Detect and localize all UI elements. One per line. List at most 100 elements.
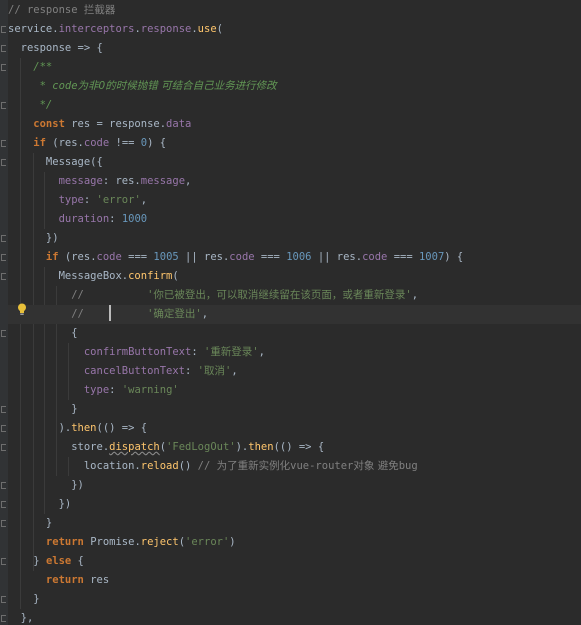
- fold-marker-icon[interactable]: [1, 273, 6, 280]
- fold-marker-icon[interactable]: [1, 26, 6, 33]
- code-line[interactable]: }): [8, 495, 72, 514]
- code-token: const: [8, 118, 72, 130]
- code-line[interactable]: {: [8, 324, 78, 343]
- code-line[interactable]: },: [8, 609, 34, 625]
- code-line[interactable]: message: res.message,: [8, 172, 192, 191]
- code-token: 'FedLogOut': [166, 441, 236, 453]
- fold-marker-icon[interactable]: [1, 235, 6, 242]
- code-token: (): [178, 460, 198, 472]
- text-caret: [109, 305, 111, 321]
- code-token: // response: [8, 4, 84, 16]
- code-token: ) {: [147, 137, 167, 149]
- fold-marker-icon[interactable]: [1, 330, 6, 337]
- code-token: bug: [398, 460, 418, 472]
- code-line[interactable]: // '确定登出',: [8, 305, 581, 324]
- code-line[interactable]: type: 'warning': [8, 381, 179, 400]
- code-line[interactable]: confirmButtonText: '重新登录',: [8, 343, 265, 362]
- fold-marker-icon[interactable]: [1, 615, 6, 622]
- code-token: ).: [8, 422, 72, 434]
- fold-marker-icon[interactable]: [1, 482, 6, 489]
- fold-marker-icon[interactable]: [1, 159, 6, 166]
- lightbulb-icon[interactable]: [17, 303, 27, 316]
- code-line[interactable]: * code为非0的时候抛错 可结合自己业务进行修改: [8, 77, 277, 96]
- code-line[interactable]: location.reload() // 为了重新实例化vue-router对象…: [8, 457, 418, 476]
- code-token: use: [197, 23, 217, 35]
- code-line[interactable]: }: [8, 400, 77, 419]
- code-line[interactable]: } else {: [8, 552, 84, 571]
- fold-marker-icon[interactable]: [1, 45, 6, 52]
- code-token: }): [8, 479, 84, 491]
- code-token: reject: [140, 536, 179, 548]
- code-editor[interactable]: // response 拦截器 service.interceptors.resp…: [0, 0, 581, 625]
- code-token: * code: [8, 80, 78, 92]
- code-token: return: [8, 536, 91, 548]
- fold-marker-icon[interactable]: [1, 140, 6, 147]
- code-token: then: [71, 422, 97, 434]
- code-token: reload: [140, 460, 179, 472]
- code-token: /**: [8, 61, 53, 73]
- fold-marker-icon[interactable]: [1, 406, 6, 413]
- code-token: ,: [258, 346, 265, 358]
- fold-marker-icon[interactable]: [1, 102, 6, 109]
- fold-marker-icon[interactable]: [1, 520, 6, 527]
- code-line[interactable]: store.dispatch('FedLogOut').then(() => {: [8, 438, 324, 457]
- fold-marker-icon[interactable]: [1, 596, 6, 603]
- code-line[interactable]: if (res.code !== 0) {: [8, 134, 166, 153]
- code-line[interactable]: }): [8, 229, 59, 248]
- code-token: if: [8, 137, 53, 149]
- code-line[interactable]: }): [8, 476, 84, 495]
- code-line[interactable]: response => {: [8, 39, 103, 58]
- code-line[interactable]: return Promise.reject('error'): [8, 533, 236, 552]
- code-token: 为非0的时候抛错 可结合自己业务进行修改: [77, 80, 277, 92]
- code-token: {: [8, 327, 78, 339]
- code-line[interactable]: Message({: [8, 153, 103, 172]
- code-token: return: [8, 574, 91, 586]
- code-line[interactable]: return res: [8, 571, 109, 590]
- code-line[interactable]: cancelButtonText: '取消',: [8, 362, 238, 381]
- code-token: 取消: [204, 365, 225, 377]
- code-line[interactable]: ).then(() => {: [8, 419, 148, 438]
- code-line[interactable]: MessageBox.confirm(: [8, 267, 179, 286]
- code-token: Message({: [8, 156, 103, 168]
- code-token: (() => {: [273, 441, 325, 453]
- code-line[interactable]: }: [8, 590, 39, 609]
- code-line[interactable]: */: [8, 96, 53, 115]
- code-token: data: [166, 118, 192, 130]
- code-token: vue-router: [290, 460, 354, 472]
- code-token: MessageBox.: [8, 270, 129, 282]
- editor-gutter[interactable]: [0, 0, 8, 625]
- code-token: }): [8, 498, 72, 510]
- code-line[interactable]: const res = response.data: [8, 115, 191, 134]
- code-token: :: [191, 346, 204, 358]
- code-token: },: [8, 612, 34, 624]
- code-token: || res.: [178, 251, 230, 263]
- code-token: }): [8, 232, 59, 244]
- code-token: response => {: [8, 42, 103, 54]
- code-line[interactable]: service.interceptors.response.use(: [8, 20, 223, 39]
- code-line[interactable]: }: [8, 514, 52, 533]
- fold-marker-icon[interactable]: [1, 254, 6, 261]
- code-line[interactable]: if (res.code === 1005 || res.code === 10…: [8, 248, 463, 267]
- code-line[interactable]: type: 'error',: [8, 191, 148, 210]
- code-token: 'warning': [121, 384, 179, 396]
- code-token: 1007: [418, 251, 445, 263]
- fold-marker-icon[interactable]: [1, 558, 6, 565]
- code-token: service.: [8, 23, 59, 35]
- code-line[interactable]: /**: [8, 58, 52, 77]
- fold-marker-icon[interactable]: [1, 64, 6, 71]
- code-token: ,: [231, 365, 238, 377]
- code-token: ) {: [444, 251, 464, 263]
- fold-marker-icon[interactable]: [1, 501, 6, 508]
- code-token: || res.: [311, 251, 363, 263]
- fold-marker-icon[interactable]: [1, 444, 6, 451]
- code-token: else: [45, 555, 78, 567]
- code-token: confirmButtonText: [8, 346, 192, 358]
- code-line[interactable]: duration: 1000: [8, 210, 148, 229]
- code-token: (() => {: [96, 422, 148, 434]
- code-line[interactable]: // '你已被登出，可以取消继续留在该页面，或者重新登录',: [8, 286, 418, 305]
- fold-marker-icon[interactable]: [1, 425, 6, 432]
- code-token: message: [140, 175, 186, 187]
- code-token: 重新登录: [210, 346, 253, 358]
- code-token: }: [8, 517, 53, 529]
- code-line[interactable]: // response 拦截器: [8, 1, 115, 20]
